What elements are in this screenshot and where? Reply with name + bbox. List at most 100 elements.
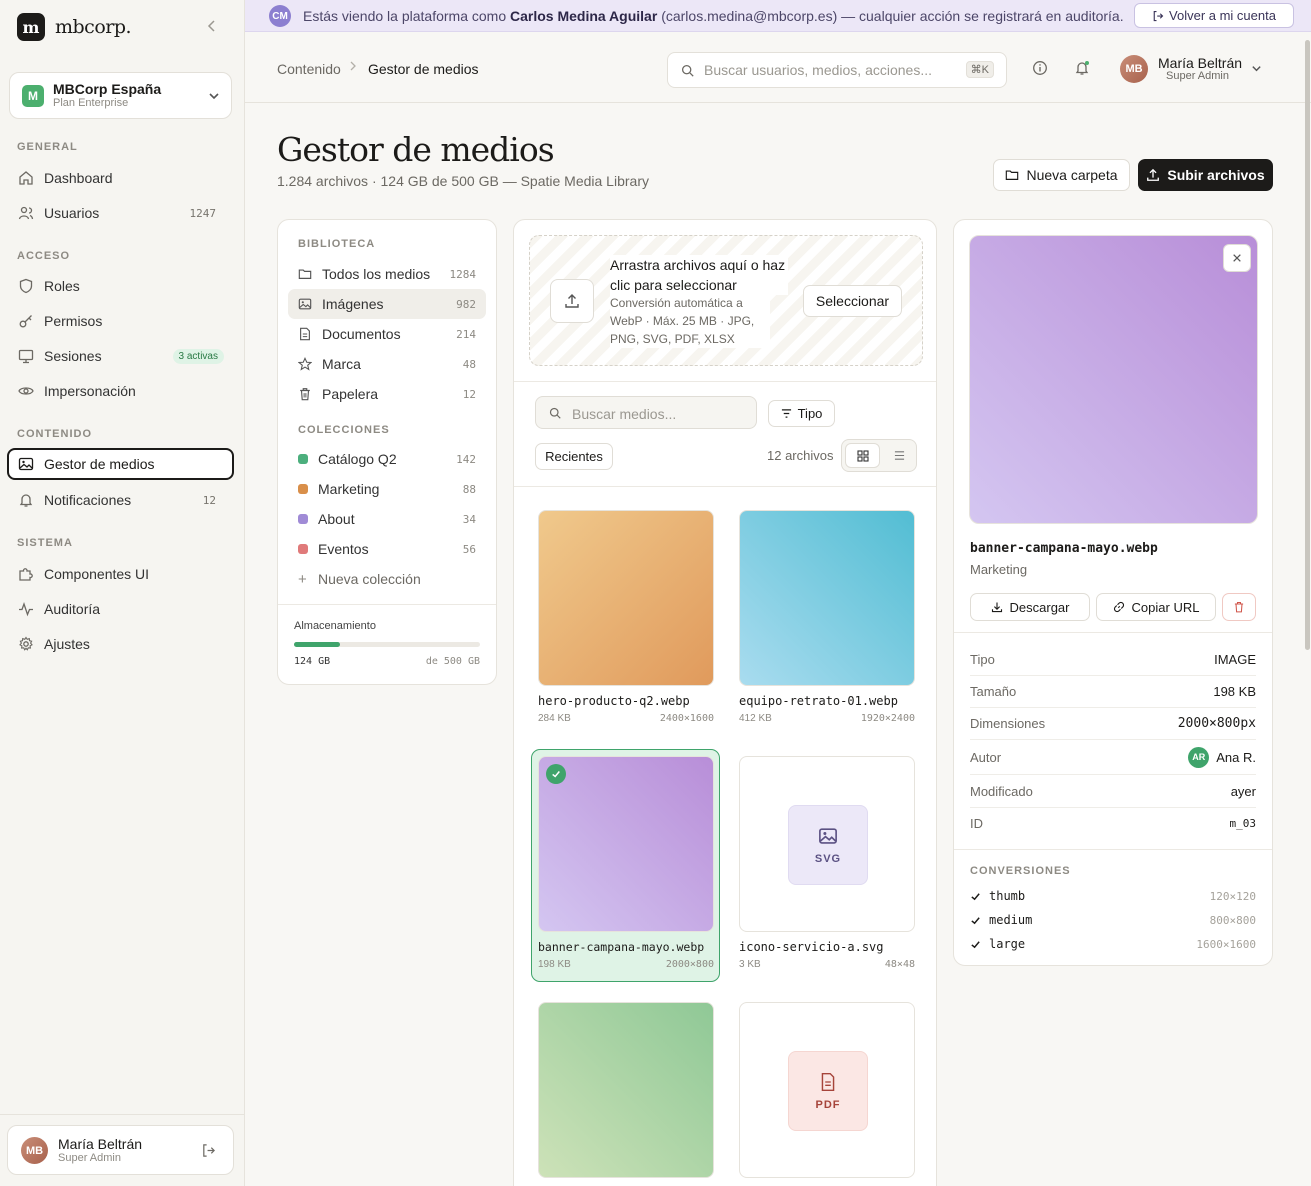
new-collection-label: Nueva colección	[318, 571, 421, 587]
logout-icon[interactable]	[201, 1143, 216, 1158]
prop-key: Tipo	[970, 651, 995, 667]
folder-icon	[298, 269, 312, 279]
sidebar-item-roles[interactable]: Roles	[9, 270, 234, 302]
media-filename: hero-producto-q2.webp	[538, 694, 690, 708]
delete-button[interactable]	[1222, 593, 1256, 621]
collection-marketing[interactable]: Marketing 88	[288, 474, 486, 504]
library-item-brand[interactable]: Marca 48	[288, 349, 486, 379]
current-user-card[interactable]: MB María Beltrán Super Admin	[7, 1125, 234, 1175]
library-item-all[interactable]: Todos los medios 1284	[288, 259, 486, 289]
brand[interactable]: m mbcorp.	[17, 13, 132, 41]
type-filter-button[interactable]: Tipo	[768, 400, 835, 427]
library-item-documents[interactable]: Documentos 214	[288, 319, 486, 349]
collection-catalogo-q2[interactable]: Catálogo Q2 142	[288, 444, 486, 474]
org-switcher[interactable]: M MBCorp España Plan Enterprise	[9, 72, 232, 119]
conversion-row: medium 800×800	[970, 913, 1256, 927]
list-view-button[interactable]	[884, 443, 914, 468]
library-item-trash[interactable]: Papelera 12	[288, 379, 486, 409]
sidebar-item-dashboard[interactable]: Dashboard	[9, 162, 234, 194]
conversion-row: large 1600×1600	[970, 937, 1256, 951]
sort-dropdown[interactable]: Recientes	[535, 443, 613, 470]
sidebar-item-ajustes[interactable]: Ajustes	[9, 628, 234, 660]
prop-id: ID m_03	[970, 807, 1256, 840]
collection-count: 142	[456, 452, 476, 466]
sidebar-item-notificaciones[interactable]: Notificaciones 12	[9, 484, 234, 516]
upload-dropzone[interactable]: Arrastra archivos aquí o haz clic para s…	[529, 235, 923, 366]
page-scrollbar[interactable]	[1305, 40, 1310, 650]
impersonation-suffix: (carlos.medina@mbcorp.es) — cualquier ac…	[661, 8, 1124, 24]
media-size: 412 KB	[739, 713, 772, 724]
sidebar-item-usuarios[interactable]: Usuarios 1247	[9, 197, 234, 229]
media-thumbnail	[538, 756, 714, 932]
prop-value: ayer	[1230, 783, 1256, 799]
global-search-input[interactable]: Buscar usuarios, medios, acciones... ⌘K	[667, 52, 1007, 88]
media-dimensions: 48×48	[884, 959, 915, 970]
media-tile-selected[interactable]: banner-campana-mayo.webp 198 KB 2000×800	[538, 756, 714, 970]
author-value: AR Ana R.	[1188, 746, 1256, 768]
avatar: MB	[21, 1137, 48, 1164]
select-files-button[interactable]: Seleccionar	[803, 285, 902, 317]
sidebar-item-gestor-de-medios[interactable]: Gestor de medios	[7, 448, 234, 480]
return-to-account-button[interactable]: Volver a mi cuenta	[1134, 3, 1294, 28]
list-icon	[894, 451, 904, 460]
media-size: 198 KB	[538, 959, 571, 970]
topbar-user-name[interactable]: María Beltrán	[1158, 55, 1242, 71]
new-collection-button[interactable]: + Nueva colección	[288, 564, 486, 594]
bell-icon	[19, 494, 33, 507]
filter-icon	[781, 409, 791, 418]
author-avatar: AR	[1188, 746, 1210, 768]
sidebar-item-permisos[interactable]: Permisos	[9, 305, 234, 337]
collection-eventos[interactable]: Eventos 56	[288, 534, 486, 564]
media-filename: icono-servicio-a.svg	[739, 940, 884, 954]
library-item-images[interactable]: Imágenes 982	[288, 289, 486, 319]
collection-color-dot	[298, 544, 308, 554]
new-folder-button[interactable]: Nueva carpeta	[993, 159, 1130, 191]
media-search-input[interactable]: Buscar medios...	[535, 396, 757, 429]
sidebar-item-impersonacion[interactable]: Impersonación	[9, 375, 234, 407]
dropzone-title: Arrastra archivos aquí o haz clic para s…	[610, 255, 788, 295]
media-tile[interactable]: equipo-retrato-01.webp 412 KB 1920×2400	[739, 510, 915, 724]
user-menu-chevron-icon[interactable]	[1251, 63, 1262, 74]
sidebar-item-componentes-ui[interactable]: Componentes UI	[9, 558, 234, 590]
storage-label: Almacenamiento	[294, 620, 376, 632]
sidebar-item-label: Sesiones	[44, 348, 102, 364]
notifications-bell-icon[interactable]	[1074, 60, 1090, 76]
trash-icon	[300, 388, 310, 401]
user-avatar[interactable]: MB	[1120, 55, 1148, 83]
sidebar-item-sesiones[interactable]: Sesiones 3 activas	[9, 340, 234, 372]
upload-files-button[interactable]: Subir archivos	[1138, 159, 1273, 191]
library-item-count: 982	[456, 297, 476, 311]
sidebar-item-auditoria[interactable]: Auditoría	[9, 593, 234, 625]
copy-url-button[interactable]: Copiar URL	[1096, 593, 1216, 621]
sidebar-footer-divider	[0, 1114, 245, 1115]
media-tile[interactable]	[538, 1002, 714, 1178]
plus-icon: +	[298, 570, 307, 588]
section-contenido: CONTENIDO	[17, 428, 92, 440]
media-tile[interactable]: PDF	[739, 1002, 915, 1178]
topbar-user-role: Super Admin	[1166, 70, 1229, 82]
conversions-heading: CONVERSIONES	[970, 865, 1071, 877]
star-icon	[298, 357, 312, 371]
media-tile[interactable]: SVG icono-servicio-a.svg 3 KB 48×48	[739, 756, 915, 970]
media-filename: equipo-retrato-01.webp	[739, 694, 898, 708]
conversion-name: thumb	[989, 889, 1026, 903]
info-icon[interactable]	[1032, 60, 1048, 76]
media-search-placeholder: Buscar medios...	[572, 406, 677, 422]
library-panel: BIBLIOTECA Todos los medios 1284 Imágene…	[277, 219, 497, 685]
grid-view-button[interactable]	[845, 443, 880, 468]
divider	[954, 849, 1272, 850]
exit-icon	[1153, 10, 1164, 21]
preview-image	[969, 235, 1258, 524]
file-type-label: SVG	[814, 852, 842, 865]
collapse-sidebar-icon[interactable]	[206, 19, 218, 33]
download-button[interactable]: Descargar	[970, 593, 1090, 621]
upload-icon	[550, 279, 594, 323]
section-sistema: SISTEMA	[17, 537, 73, 549]
media-tile[interactable]: hero-producto-q2.webp 284 KB 2400×1600	[538, 510, 714, 724]
close-icon[interactable]	[1223, 244, 1251, 272]
collections-heading: COLECCIONES	[298, 424, 390, 436]
collection-about[interactable]: About 34	[288, 504, 486, 534]
conversion-size: 800×800	[1209, 913, 1256, 927]
breadcrumb-contenido[interactable]: Contenido	[277, 61, 341, 77]
prop-key: Tamaño	[970, 683, 1017, 699]
